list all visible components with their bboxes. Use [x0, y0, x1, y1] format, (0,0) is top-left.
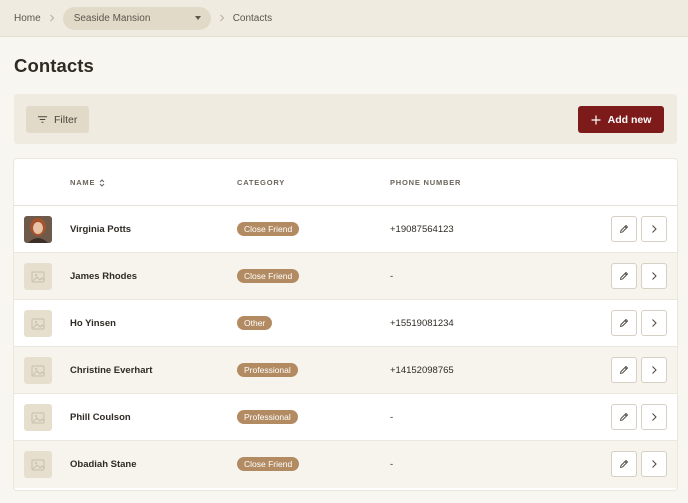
- edit-button[interactable]: [611, 263, 637, 289]
- pencil-icon: [620, 366, 628, 374]
- filter-button[interactable]: Filter: [26, 106, 89, 133]
- contact-name: James Rhodes: [70, 271, 138, 282]
- column-header-category: CATEGORY: [237, 178, 286, 187]
- caret-down-icon: [194, 16, 201, 20]
- avatar: [24, 216, 52, 243]
- breadcrumb-current: Contacts: [232, 12, 273, 24]
- chevron-right-icon: [652, 413, 657, 421]
- contact-name: Obadiah Stane: [70, 459, 137, 470]
- open-button[interactable]: [641, 451, 667, 477]
- image-placeholder-icon: [31, 271, 45, 282]
- table-row: Christine Everhart Professional +1415209…: [14, 347, 677, 394]
- avatar: [24, 404, 52, 431]
- page-title: Contacts: [14, 55, 94, 76]
- chevron-right-icon: [211, 14, 233, 22]
- category-badge: Close Friend: [237, 222, 300, 236]
- chevron-right-icon: [41, 14, 63, 22]
- add-new-button-label: Add new: [607, 113, 652, 126]
- category-badge: Close Friend: [237, 457, 300, 471]
- open-button[interactable]: [641, 357, 667, 383]
- table-row: Ho Yinsen Other +15519081234: [14, 300, 677, 347]
- avatar: [24, 310, 52, 337]
- contact-name: Phill Coulson: [70, 412, 131, 423]
- chevron-right-icon: [652, 225, 657, 233]
- avatar: [24, 357, 52, 384]
- open-button[interactable]: [641, 263, 667, 289]
- table-row: Phill Coulson Professional -: [14, 394, 677, 441]
- phone-number: +15519081234: [390, 318, 454, 329]
- avatar-photo: [24, 216, 52, 243]
- breadcrumb-home[interactable]: Home: [14, 13, 41, 24]
- phone-number: -: [390, 412, 394, 423]
- category-badge: Other: [237, 316, 273, 330]
- table-header: NAME CATEGORY PHONE NUMBER: [14, 159, 677, 206]
- pencil-icon: [620, 460, 628, 468]
- contacts-table: NAME CATEGORY PHONE NUMBER Virginia Pott…: [14, 159, 677, 490]
- edit-button[interactable]: [611, 451, 637, 477]
- chevron-right-icon: [652, 366, 657, 374]
- add-new-button[interactable]: Add new: [578, 106, 664, 133]
- avatar: [24, 451, 52, 478]
- edit-button[interactable]: [611, 404, 637, 430]
- contact-name: Virginia Potts: [70, 224, 132, 235]
- table-body: Virginia Potts Close Friend +19087564123…: [14, 206, 677, 488]
- edit-button[interactable]: [611, 357, 637, 383]
- image-placeholder-icon: [31, 365, 45, 376]
- phone-number: -: [390, 271, 394, 282]
- pencil-icon: [620, 225, 628, 233]
- table-row: Virginia Potts Close Friend +19087564123: [14, 206, 677, 253]
- open-button[interactable]: [641, 404, 667, 430]
- avatar: [24, 263, 52, 290]
- table-row: James Rhodes Close Friend -: [14, 253, 677, 300]
- toolbar: Filter Add new: [14, 94, 677, 144]
- pencil-icon: [620, 413, 628, 421]
- edit-button[interactable]: [611, 310, 637, 336]
- edit-button[interactable]: [611, 216, 637, 242]
- column-header-name-label: NAME: [70, 178, 96, 187]
- pencil-icon: [620, 272, 628, 280]
- phone-number: +19087564123: [390, 224, 454, 235]
- table-row: Obadiah Stane Close Friend -: [14, 441, 677, 488]
- filter-button-label: Filter: [54, 113, 78, 126]
- open-button[interactable]: [641, 216, 667, 242]
- breadcrumb: Home Seaside Mansion Contacts: [0, 0, 688, 37]
- chevron-right-icon: [652, 460, 657, 468]
- open-button[interactable]: [641, 310, 667, 336]
- image-placeholder-icon: [31, 318, 45, 329]
- chevron-right-icon: [652, 319, 657, 327]
- category-badge: Professional: [237, 410, 298, 424]
- phone-number: +14152098765: [390, 365, 454, 376]
- category-badge: Close Friend: [237, 269, 300, 283]
- plus-icon: [591, 115, 601, 124]
- column-header-phone: PHONE NUMBER: [390, 178, 462, 187]
- pencil-icon: [620, 319, 628, 327]
- property-select[interactable]: Seaside Mansion: [62, 6, 211, 30]
- image-placeholder-icon: [31, 459, 45, 470]
- property-select-value: Seaside Mansion: [73, 12, 151, 24]
- contact-name: Christine Everhart: [70, 365, 153, 376]
- sort-icon: [99, 178, 105, 187]
- column-header-name[interactable]: NAME: [70, 178, 105, 187]
- phone-number: -: [390, 459, 394, 470]
- image-placeholder-icon: [31, 412, 45, 423]
- filter-icon: [37, 116, 48, 123]
- contact-name: Ho Yinsen: [70, 318, 116, 329]
- category-badge: Professional: [237, 363, 298, 377]
- chevron-right-icon: [652, 272, 657, 280]
